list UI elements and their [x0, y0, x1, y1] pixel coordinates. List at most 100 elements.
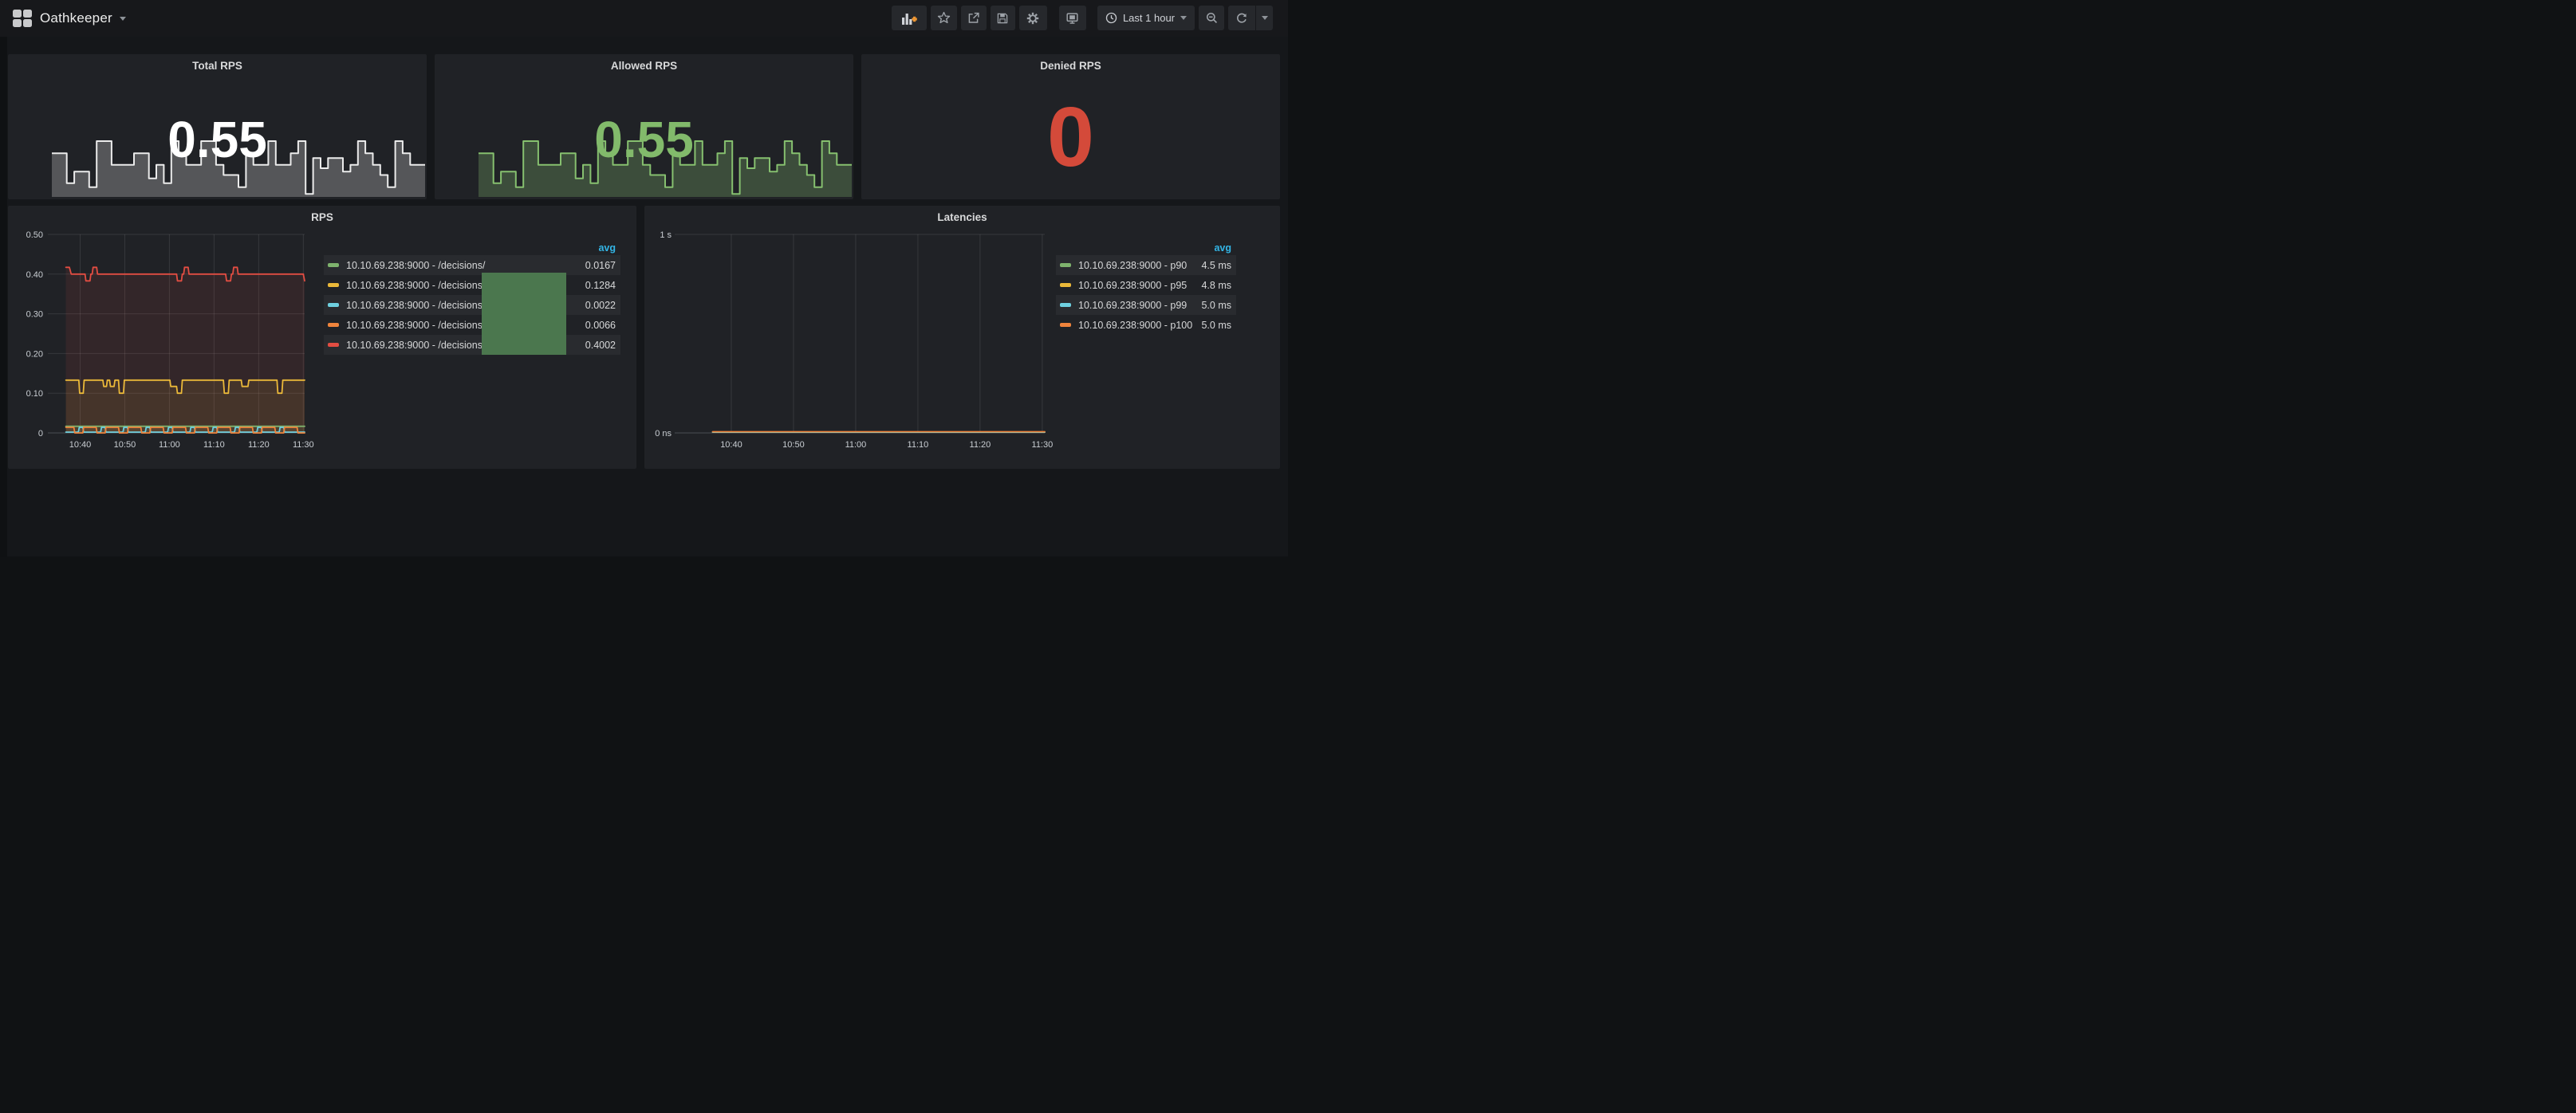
- refresh-split-button: [1228, 6, 1273, 30]
- denied-rps-value: 0: [861, 89, 1280, 186]
- svg-text:11:20: 11:20: [248, 440, 270, 450]
- panel-title[interactable]: Latencies: [644, 211, 1280, 223]
- series-color-dash: [328, 323, 339, 327]
- time-range-picker[interactable]: Last 1 hour: [1097, 6, 1195, 30]
- series-avg-value: 0.0066: [585, 320, 616, 331]
- chevron-down-icon: [1262, 16, 1268, 20]
- dashboard-title-dropdown[interactable]: Oathkeeper: [40, 0, 126, 37]
- chevron-down-icon: [1180, 16, 1187, 20]
- panel-latencies: Latencies 10:40 10:50 11:00 11:10 11:20 11:30…: [644, 206, 1280, 469]
- time-range-label: Last 1 hour: [1123, 12, 1175, 24]
- chevron-down-icon: [120, 17, 126, 21]
- svg-text:11:00: 11:00: [845, 440, 867, 450]
- cycle-view-mode-button[interactable]: [1059, 6, 1086, 30]
- svg-text:11:20: 11:20: [970, 440, 991, 450]
- share-button[interactable]: [961, 6, 987, 30]
- sidebar-edge: [0, 0, 7, 556]
- svg-text:1 s: 1 s: [660, 230, 672, 240]
- legend-row[interactable]: 10.10.69.238:9000 - p90 4.5 ms: [1056, 255, 1236, 275]
- svg-text:11:10: 11:10: [908, 440, 929, 450]
- svg-text:10:40: 10:40: [720, 440, 742, 450]
- legend-row[interactable]: 10.10.69.238:9000 - /decisions/ 0.1284: [324, 275, 620, 295]
- series-color-dash: [328, 303, 339, 307]
- svg-text:11:00: 11:00: [159, 440, 180, 450]
- legend-row[interactable]: 10.10.69.238:9000 - p95 4.8 ms: [1056, 275, 1236, 295]
- series-color-dash: [1060, 303, 1071, 307]
- monitor-icon: [1065, 12, 1079, 25]
- share-icon: [967, 11, 980, 25]
- grafana-dashboard: Oathkeeper: [0, 0, 1288, 556]
- series-name: 10.10.69.238:9000 - /decisions/: [346, 260, 579, 271]
- svg-text:10:50: 10:50: [782, 440, 805, 450]
- legend-overlay-green-box: [482, 273, 566, 355]
- svg-text:0.20: 0.20: [26, 349, 43, 359]
- legend-row[interactable]: 10.10.69.238:9000 - /decisions/ 0.4002: [324, 335, 620, 355]
- legend-row[interactable]: 10.10.69.238:9000 - p99 5.0 ms: [1056, 295, 1236, 315]
- svg-text:10:50: 10:50: [114, 440, 136, 450]
- bar-chart-plus-icon: [901, 11, 917, 26]
- star-icon: [937, 11, 951, 25]
- favorite-button[interactable]: [931, 6, 957, 30]
- navbar: Oathkeeper: [0, 0, 1288, 37]
- series-avg-value: 0.4002: [585, 340, 616, 351]
- legend-row[interactable]: 10.10.69.238:9000 - p100 5.0 ms: [1056, 315, 1236, 335]
- svg-text:0: 0: [38, 429, 43, 439]
- settings-button[interactable]: [1019, 6, 1047, 30]
- grafana-logo[interactable]: [13, 10, 32, 27]
- refresh-interval-dropdown[interactable]: [1256, 6, 1273, 30]
- refresh-button[interactable]: [1228, 6, 1255, 30]
- series-avg-value: 0.1284: [585, 280, 616, 291]
- series-color-dash: [1060, 323, 1071, 327]
- svg-text:11:30: 11:30: [293, 440, 314, 450]
- panel-title[interactable]: Allowed RPS: [435, 60, 853, 72]
- series-avg-value: 0.0022: [585, 300, 616, 311]
- zoom-out-icon: [1205, 11, 1219, 25]
- series-avg-value: 4.8 ms: [1201, 280, 1231, 291]
- series-name: 10.10.69.238:9000 - p99: [1078, 300, 1195, 311]
- panel-rps: RPS 10:40 10:50 11:00 11:10 11:20 11:30 0 0.10 0…: [8, 206, 636, 469]
- allowed-rps-value: 0.55: [435, 110, 853, 169]
- series-color-dash: [328, 343, 339, 347]
- dashboard-title: Oathkeeper: [40, 10, 112, 26]
- svg-text:0 ns: 0 ns: [655, 429, 672, 439]
- series-name: 10.10.69.238:9000 - p100: [1078, 320, 1195, 331]
- gear-icon: [1026, 11, 1040, 26]
- save-button[interactable]: [991, 6, 1015, 30]
- panel-title[interactable]: RPS: [8, 211, 636, 223]
- svg-text:0.40: 0.40: [26, 270, 43, 280]
- legend-avg-header[interactable]: avg: [1056, 241, 1236, 255]
- rps-legend: avg 10.10.69.238:9000 - /decisions/ 0.01…: [324, 241, 620, 355]
- series-name: 10.10.69.238:9000 - p90: [1078, 260, 1195, 271]
- series-avg-value: 5.0 ms: [1201, 300, 1231, 311]
- series-avg-value: 0.0167: [585, 260, 616, 271]
- panel-title[interactable]: Denied RPS: [861, 60, 1280, 72]
- refresh-icon: [1235, 12, 1248, 25]
- latencies-legend: avg 10.10.69.238:9000 - p90 4.5 ms 10.10…: [1056, 241, 1236, 335]
- series-name: 10.10.69.238:9000 - p95: [1078, 280, 1195, 291]
- legend-avg-header[interactable]: avg: [324, 241, 620, 255]
- add-panel-button[interactable]: [892, 6, 927, 30]
- svg-text:0.30: 0.30: [26, 310, 43, 320]
- total-rps-value: 0.55: [8, 110, 427, 169]
- zoom-out-button[interactable]: [1199, 6, 1224, 30]
- series-color-dash: [1060, 283, 1071, 287]
- series-color-dash: [328, 283, 339, 287]
- legend-row[interactable]: 10.10.69.238:9000 - /decisions/ 0.0022: [324, 295, 620, 315]
- panel-allowed-rps: Allowed RPS 0.55: [435, 54, 853, 199]
- series-color-dash: [328, 263, 339, 267]
- legend-row[interactable]: 10.10.69.238:9000 - /decisions/ 0.0066: [324, 315, 620, 335]
- series-avg-value: 5.0 ms: [1201, 320, 1231, 331]
- svg-text:11:30: 11:30: [1032, 440, 1054, 450]
- series-color-dash: [1060, 263, 1071, 267]
- svg-text:0.10: 0.10: [26, 389, 43, 399]
- toolbar: Last 1 hour: [892, 6, 1273, 30]
- svg-text:11:10: 11:10: [203, 440, 225, 450]
- panel-denied-rps: Denied RPS 0: [861, 54, 1280, 199]
- panel-title[interactable]: Total RPS: [8, 60, 427, 72]
- clock-icon: [1105, 12, 1117, 24]
- save-icon: [996, 12, 1009, 25]
- series-avg-value: 4.5 ms: [1201, 260, 1231, 271]
- svg-text:10:40: 10:40: [69, 440, 92, 450]
- legend-row[interactable]: 10.10.69.238:9000 - /decisions/ 0.0167: [324, 255, 620, 275]
- panel-total-rps: Total RPS 0.55: [8, 54, 427, 199]
